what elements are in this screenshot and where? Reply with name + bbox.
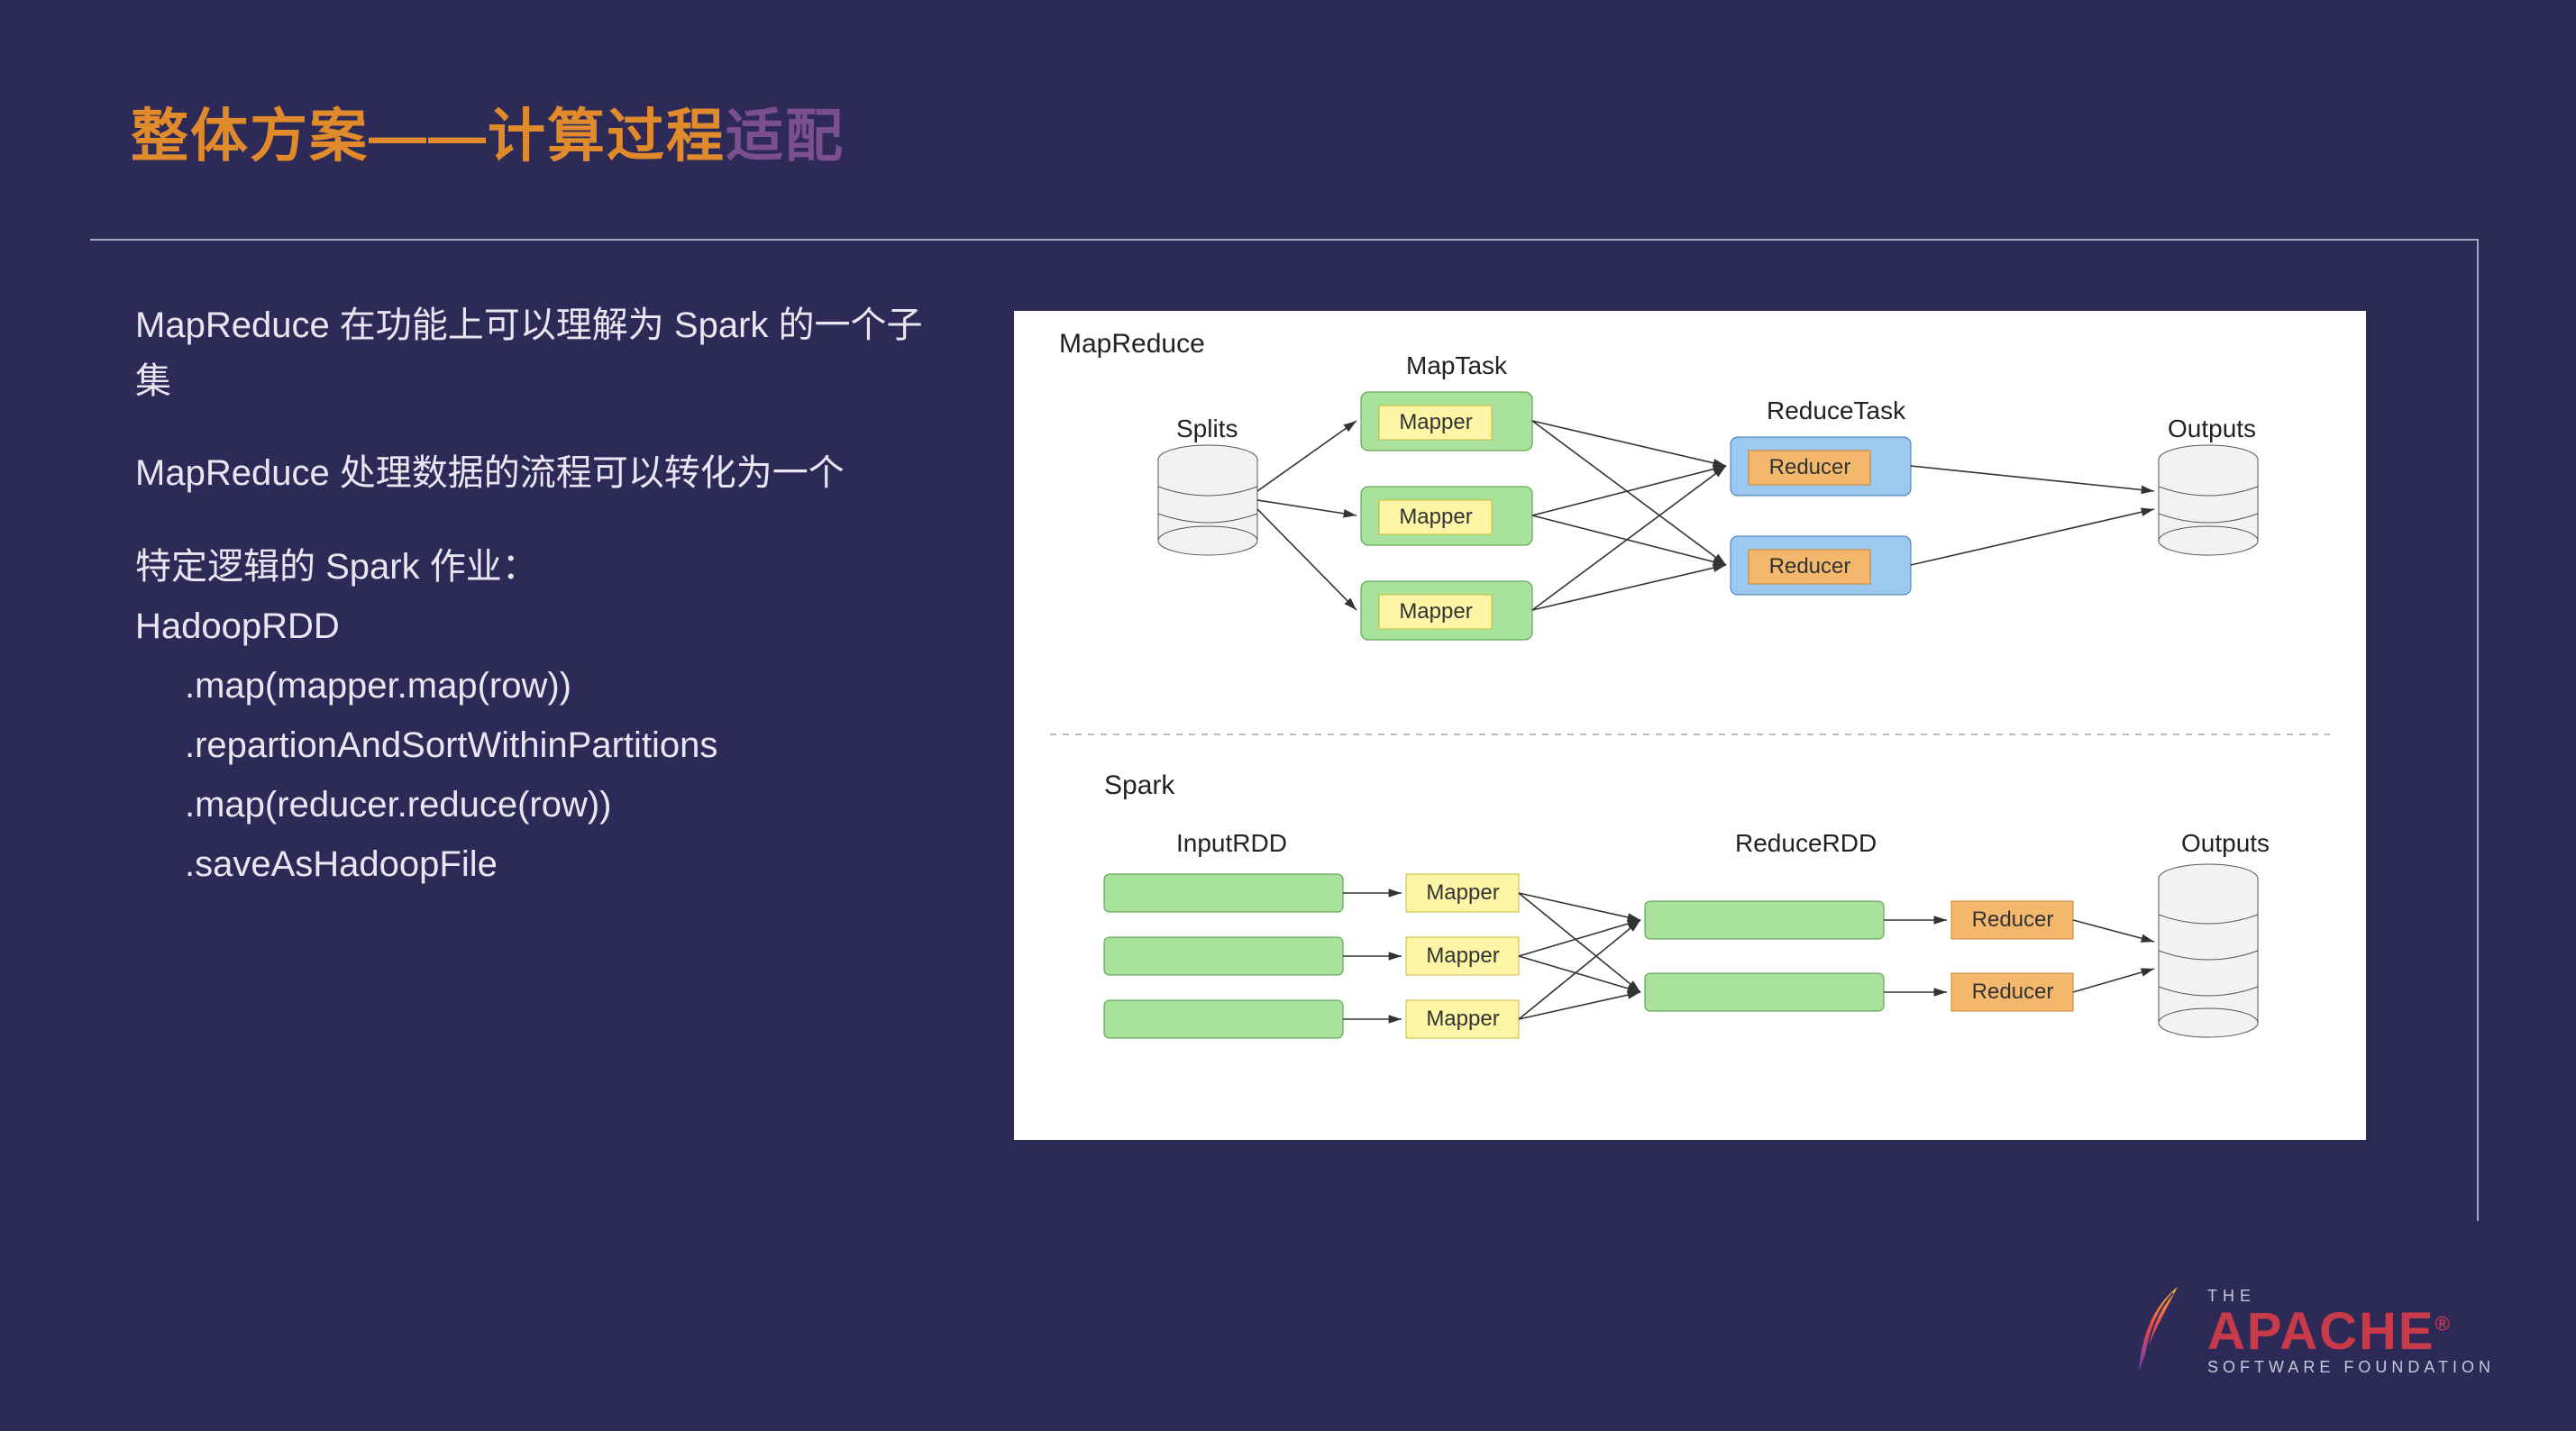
- feather-icon: [2128, 1282, 2191, 1381]
- reducerdd-box-1: [1645, 901, 1884, 939]
- spark-mapper-1: Mapper: [1406, 874, 1519, 912]
- splits-cylinder-icon: [1158, 445, 1257, 555]
- svg-text:Mapper: Mapper: [1399, 505, 1472, 529]
- spark-mapper-3: Mapper: [1406, 1000, 1519, 1038]
- spark-mapper-2: Mapper: [1406, 937, 1519, 975]
- svg-text:Mapper: Mapper: [1399, 410, 1472, 434]
- code-block: 特定逻辑的 Spark 作业： HadoopRDD .map(mapper.ma…: [135, 537, 946, 894]
- code-line-2: .map(mapper.map(row)): [135, 656, 946, 716]
- reducetask-box-2: Reducer: [1731, 536, 1911, 595]
- logo-apache: APACHE®: [2207, 1306, 2495, 1358]
- text-column: MapReduce 在功能上可以理解为 Spark 的一个子集 MapReduc…: [135, 297, 946, 894]
- svg-text:Reducer: Reducer: [1972, 980, 2054, 1004]
- spark-outputs-cylinder-icon: [2159, 864, 2258, 1037]
- inputrdd-box-2: [1104, 937, 1343, 975]
- spark-reducer-2: Reducer: [1951, 973, 2073, 1011]
- inputrdd-box-1: [1104, 874, 1343, 912]
- code-line-5: .saveAsHadoopFile: [135, 834, 946, 894]
- reducerdd-box-2: [1645, 973, 1884, 1011]
- paragraph-1: MapReduce 在功能上可以理解为 Spark 的一个子集: [135, 297, 946, 409]
- svg-text:Mapper: Mapper: [1426, 880, 1499, 905]
- svg-text:Reducer: Reducer: [1769, 455, 1851, 479]
- logo-sf: SOFTWARE FOUNDATION: [2207, 1358, 2495, 1377]
- title-part1: 整体方案——计算: [131, 104, 607, 169]
- title-part2: 过程: [607, 104, 726, 169]
- architecture-diagram: MapReduce Splits MapTask ReduceTask Outp…: [1014, 311, 2366, 1140]
- apache-logo: THE APACHE® SOFTWARE FOUNDATION: [2128, 1282, 2495, 1381]
- maptask-box-3: Mapper: [1361, 581, 1532, 640]
- inputrdd-box-3: [1104, 1000, 1343, 1038]
- title-part3: 适配: [726, 104, 845, 169]
- svg-text:Mapper: Mapper: [1426, 943, 1499, 968]
- code-line-0: 特定逻辑的 Spark 作业：: [135, 537, 946, 597]
- spark-reducer-1: Reducer: [1951, 901, 2073, 939]
- code-line-4: .map(reducer.reduce(row)): [135, 775, 946, 834]
- slide-title: 整体方案——计算过程适配: [131, 90, 845, 173]
- svg-text:Mapper: Mapper: [1399, 599, 1472, 624]
- svg-text:Mapper: Mapper: [1426, 1007, 1499, 1031]
- svg-text:Reducer: Reducer: [1769, 554, 1851, 579]
- reducetask-box-1: Reducer: [1731, 437, 1911, 496]
- code-line-3: .repartionAndSortWithinPartitions: [135, 716, 946, 775]
- paragraph-2: MapReduce 处理数据的流程可以转化为一个: [135, 445, 946, 501]
- maptask-box-2: Mapper: [1361, 487, 1532, 545]
- mr-outputs-cylinder-icon: [2159, 445, 2258, 555]
- maptask-box-1: Mapper: [1361, 392, 1532, 451]
- svg-text:Reducer: Reducer: [1972, 907, 2054, 932]
- code-line-1: HadoopRDD: [135, 597, 946, 656]
